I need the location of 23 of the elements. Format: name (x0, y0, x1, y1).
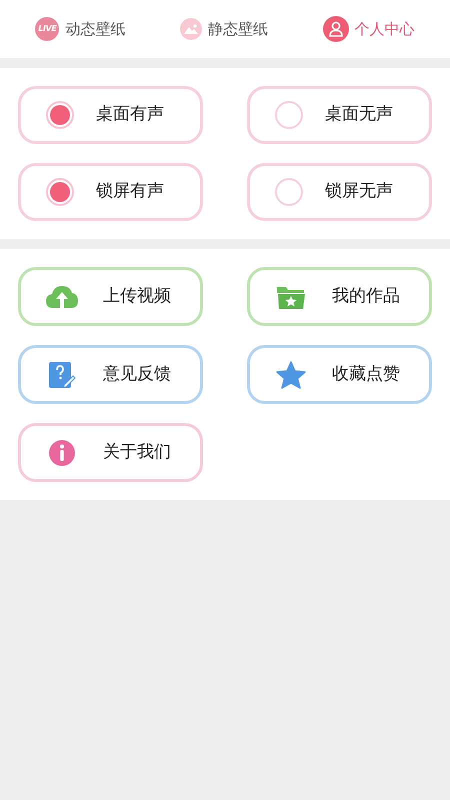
mountain-icon (180, 18, 202, 40)
live-icon: LIVE (35, 17, 60, 41)
sound-option[interactable]: 锁屏无声 (247, 163, 432, 221)
question-note-icon (48, 360, 76, 388)
radio-button[interactable] (275, 178, 303, 206)
nav-tab[interactable]: LIVE 动态壁纸 (35, 17, 126, 41)
user-icon (322, 16, 349, 42)
cloud-upload-icon (45, 284, 79, 310)
menu-button[interactable]: 上传视频 (18, 267, 203, 326)
radio-button[interactable] (46, 101, 74, 129)
menu-button[interactable]: 收藏点赞 (247, 345, 432, 404)
nav-tab[interactable]: 个人中心 (322, 16, 415, 42)
info-icon (48, 438, 76, 466)
menu-button[interactable]: 意见反馈 (18, 345, 203, 404)
star-icon (276, 360, 306, 388)
menu-button[interactable]: 我的作品 (247, 267, 432, 326)
nav-tab[interactable]: 静态壁纸 (180, 18, 268, 40)
radio-button[interactable] (275, 101, 303, 129)
radio-button[interactable] (46, 178, 74, 206)
sound-option[interactable]: 桌面无声 (247, 86, 432, 144)
sound-option[interactable]: 桌面有声 (18, 86, 203, 144)
menu-button[interactable]: 关于我们 (18, 423, 203, 482)
sound-option[interactable]: 锁屏有声 (18, 163, 203, 221)
